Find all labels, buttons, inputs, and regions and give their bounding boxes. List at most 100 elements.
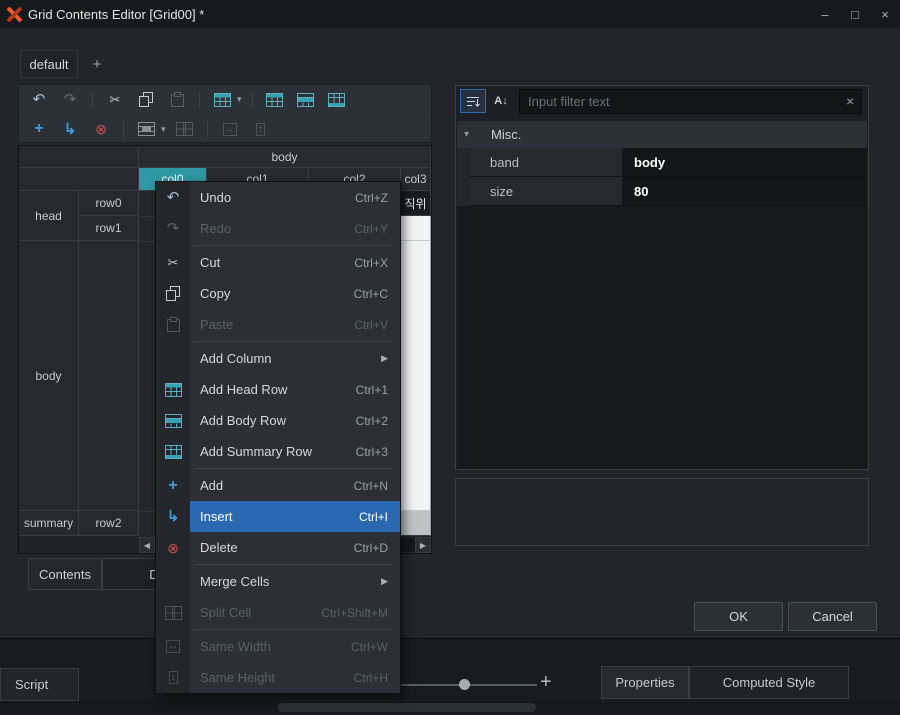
merge-cells-dropdown-icon[interactable]: ▾ [161, 124, 166, 134]
maximize-button[interactable]: □ [840, 0, 870, 28]
menu-item-add-body-row[interactable]: Add Body Row Ctrl+2 [156, 405, 400, 436]
add-summary-row-button[interactable] [325, 88, 349, 112]
add-tab-button[interactable]: + [84, 52, 110, 77]
grid-corner-cell-2[interactable] [19, 168, 139, 191]
menu-item-insert[interactable]: ↳ Insert Ctrl+I [156, 501, 400, 532]
property-description-box [455, 478, 869, 546]
tab-contents[interactable]: Contents [28, 558, 102, 590]
window-controls: – □ × [810, 0, 900, 28]
close-button[interactable]: × [870, 0, 900, 28]
delete-button[interactable]: ⊗ [89, 117, 113, 141]
add-body-row-button[interactable] [294, 88, 318, 112]
menu-separator [194, 245, 392, 246]
cell-body-col3[interactable] [401, 241, 431, 511]
menu-item-merge-cells[interactable]: Merge Cells ▶ [156, 566, 400, 597]
row-header-body-blank[interactable] [79, 241, 139, 511]
same-width-icon: ↔ [166, 640, 180, 653]
add-icon: + [34, 120, 44, 137]
app-window: Grid Contents Editor [Grid00] * – □ × de… [0, 0, 900, 715]
bottom-scrollbar-thumb[interactable] [278, 703, 536, 712]
insert-button[interactable]: ↳ [58, 117, 82, 141]
row-header-row2[interactable]: row2 [79, 511, 139, 536]
filter-sort-button[interactable] [460, 89, 486, 113]
menu-item-copy[interactable]: Copy Ctrl+C [156, 278, 400, 309]
menu-item-add-summary-row[interactable]: Add Summary Row Ctrl+3 [156, 436, 400, 467]
toolbar-separator [92, 91, 93, 108]
cancel-button[interactable]: Cancel [788, 602, 877, 631]
paste-icon [170, 92, 184, 107]
cell-summary-row2-col3[interactable] [401, 511, 431, 536]
dialog-title: Grid Contents Editor [Grid00] * [28, 6, 205, 22]
submenu-arrow-icon: ▶ [381, 576, 388, 586]
property-name-size[interactable]: size [470, 177, 622, 206]
same-width-button[interactable]: ↔ [218, 117, 242, 141]
redo-icon: ↷ [166, 220, 180, 237]
filter-input[interactable] [519, 89, 862, 114]
properties-panel: A↓ × ▾ Misc. band body size 80 [455, 85, 869, 470]
menu-item-add-head-row[interactable]: Add Head Row Ctrl+1 [156, 374, 400, 405]
redo-button[interactable]: ↷ [58, 88, 82, 112]
ok-button[interactable]: OK [694, 602, 783, 631]
alphabetical-sort-button[interactable]: A↓ [488, 89, 514, 113]
paste-icon [156, 317, 190, 332]
menu-item-undo[interactable]: ↶ Undo Ctrl+Z [156, 182, 400, 213]
copy-icon [139, 92, 153, 107]
band-label-body[interactable]: body [19, 241, 79, 511]
row-header-row1[interactable]: row1 [79, 216, 139, 241]
paste-button[interactable] [165, 88, 189, 112]
undo-button[interactable]: ↶ [27, 88, 51, 112]
menu-item-delete[interactable]: ⊗ Delete Ctrl+D [156, 532, 400, 563]
add-button[interactable]: + [27, 117, 51, 141]
scroll-right-button[interactable]: ▶ [415, 537, 431, 553]
band-header-body[interactable]: body [139, 146, 431, 168]
split-cell-button[interactable] [173, 117, 197, 141]
property-name-band[interactable]: band [470, 148, 622, 177]
toolbar-separator [123, 121, 124, 137]
add-head-row-icon [156, 382, 190, 397]
menu-item-add[interactable]: + Add Ctrl+N [156, 470, 400, 501]
same-height-button[interactable]: ↕ [249, 117, 273, 141]
menu-item-cut[interactable]: ✂ Cut Ctrl+X [156, 247, 400, 278]
add-head-row-button[interactable] [263, 88, 287, 112]
clear-filter-icon[interactable]: × [846, 93, 854, 109]
undo-icon: ↶ [166, 189, 180, 206]
cut-icon: ✂ [109, 92, 121, 107]
table-select-button[interactable] [210, 88, 234, 112]
add-head-row-icon [266, 92, 284, 107]
alphabetical-sort-icon: A↓ [494, 95, 508, 107]
merge-cells-button[interactable] [134, 117, 158, 141]
same-width-icon: ↔ [222, 122, 237, 136]
menu-separator [194, 341, 392, 342]
table-select-dropdown-icon[interactable]: ▾ [237, 95, 242, 104]
cut-icon: ✂ [167, 255, 179, 270]
collapse-chevron-icon[interactable]: ▾ [464, 129, 469, 140]
property-value-band[interactable]: body [622, 148, 867, 177]
add-summary-row-icon [328, 92, 346, 107]
zoom-slider-handle[interactable] [459, 679, 470, 690]
add-icon: + [168, 476, 178, 494]
cell-head-row1-col3[interactable] [401, 216, 431, 241]
row-header-row0[interactable]: row0 [79, 191, 139, 216]
menu-item-add-column[interactable]: Add Column ▶ [156, 343, 400, 374]
tab-default[interactable]: default [20, 50, 78, 78]
script-panel-tab[interactable]: Script [0, 668, 79, 701]
filter-sort-icon [466, 96, 480, 107]
grid-corner-cell[interactable] [19, 146, 139, 168]
tab-computed-style[interactable]: Computed Style [689, 666, 849, 699]
minimize-button[interactable]: – [810, 0, 840, 28]
property-value-size[interactable]: 80 [622, 177, 867, 206]
scroll-left-button[interactable]: ◀ [139, 537, 155, 553]
section-header-misc[interactable]: ▾ Misc. [457, 121, 867, 148]
tab-properties[interactable]: Properties [601, 666, 689, 699]
column-header-col3[interactable]: col3 [401, 168, 431, 191]
band-label-head[interactable]: head [19, 191, 79, 241]
cut-button[interactable]: ✂ [103, 88, 127, 112]
band-label-summary[interactable]: summary [19, 511, 79, 536]
cell-head-row0-col3[interactable]: 직위 [401, 191, 431, 216]
add-body-row-icon [297, 92, 315, 107]
menu-item-same-width: ↔ Same Width Ctrl+W [156, 631, 400, 662]
scroll-left-icon: ◀ [143, 540, 151, 550]
menu-separator [194, 468, 392, 469]
zoom-in-button[interactable]: + [540, 671, 552, 694]
copy-button[interactable] [134, 88, 158, 112]
